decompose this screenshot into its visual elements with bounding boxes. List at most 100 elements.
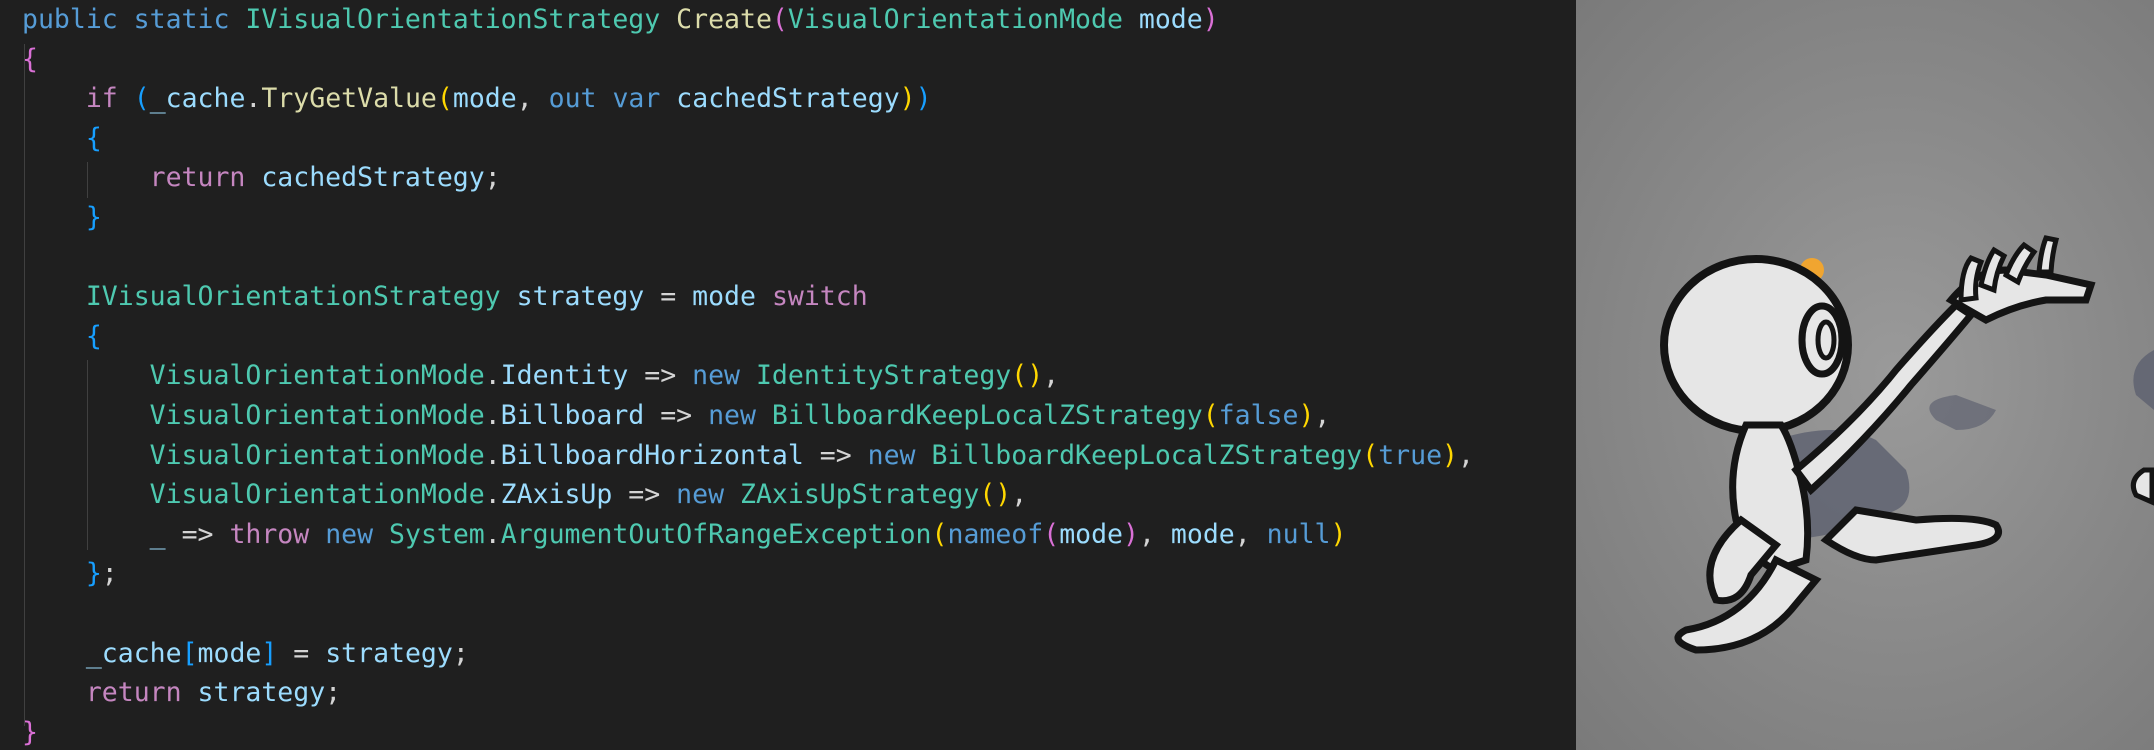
- code-token: mode: [1059, 518, 1124, 550]
- code-token: .: [484, 360, 501, 392]
- code-token: ,: [1458, 439, 1474, 471]
- code-token: (: [1202, 400, 1219, 431]
- code-token: BillboardKeepLocalZStrategy: [931, 439, 1363, 471]
- ground-shadow-2: [1929, 395, 1996, 430]
- code-line[interactable]: if (_cache.TryGetValue(mode, out var cac…: [22, 79, 932, 119]
- code-line[interactable]: VisualOrientationMode.Identity => new Id…: [22, 356, 1060, 396]
- code-token: mode: [1170, 518, 1235, 550]
- code-token: ): [1298, 400, 1315, 431]
- code-token: .: [484, 400, 501, 431]
- code-token: VisualOrientationMode: [149, 439, 485, 471]
- code-token: VisualOrientationMode: [149, 400, 485, 431]
- code-token: ;: [101, 558, 118, 590]
- code-token: ): [1330, 518, 1347, 550]
- code-line[interactable]: _cache[mode] = strategy;: [22, 634, 469, 674]
- code-line[interactable]: return strategy;: [22, 673, 341, 713]
- code-token: false: [1218, 400, 1299, 431]
- code-token: ZAxisUpStrategy: [740, 479, 980, 511]
- code-token: [: [181, 637, 198, 669]
- code-token: nameof: [947, 518, 1044, 550]
- code-line[interactable]: VisualOrientationMode.BillboardHorizonta…: [22, 436, 1474, 476]
- code-token: ,: [1011, 479, 1028, 511]
- code-token: cachedStrategy: [261, 162, 485, 194]
- code-token: new: [692, 360, 740, 392]
- code-token: new: [676, 479, 725, 511]
- code-token: ]: [261, 637, 278, 669]
- code-token: =>: [644, 400, 709, 431]
- code-token: mode: [197, 637, 262, 669]
- code-token: switch: [771, 281, 868, 313]
- code-token: .: [484, 479, 501, 511]
- code-token: (: [931, 518, 948, 550]
- code-token: IdentityStrategy: [755, 360, 1012, 392]
- code-line[interactable]: }: [22, 198, 102, 238]
- code-token: }: [85, 202, 102, 233]
- code-line[interactable]: VisualOrientationMode.ZAxisUp => new ZAx…: [22, 475, 1028, 515]
- code-token: IVisualOrientationStrategy: [85, 281, 501, 313]
- code-token: _cache: [149, 83, 246, 115]
- code-token: ): [1123, 518, 1139, 550]
- code-token: ): [1442, 439, 1459, 471]
- code-line[interactable]: VisualOrientationMode.Billboard => new B…: [22, 396, 1331, 436]
- code-line[interactable]: public static IVisualOrientationStrategy…: [22, 0, 1219, 40]
- code-token: return: [85, 677, 182, 709]
- code-token: =>: [803, 439, 868, 471]
- code-token: ,: [1138, 518, 1171, 550]
- code-token: (): [1011, 360, 1044, 392]
- code-token: strategy: [197, 677, 326, 709]
- code-token: =: [277, 637, 326, 669]
- code-line[interactable]: {: [22, 317, 102, 357]
- code-token: System: [389, 518, 485, 550]
- code-token: ZAxisUp: [500, 479, 613, 511]
- code-line[interactable]: return cachedStrategy;: [22, 158, 501, 198]
- character-eye-inner: [1815, 319, 1837, 361]
- code-token: BillboardHorizontal: [500, 439, 804, 471]
- code-token: BillboardKeepLocalZStrategy: [771, 400, 1203, 431]
- code-token: (: [133, 83, 150, 115]
- code-line[interactable]: IVisualOrientationStrategy strategy = mo…: [22, 277, 868, 317]
- indent-guide: [87, 162, 88, 198]
- code-token: (: [436, 83, 453, 115]
- code-line[interactable]: _ => throw new System.ArgumentOutOfRange…: [22, 515, 1347, 555]
- distant-object: [2130, 467, 2154, 506]
- character-finger-1: [1958, 255, 1985, 303]
- code-token: =>: [612, 479, 677, 511]
- code-token: {: [85, 320, 102, 352]
- code-token: strategy: [325, 637, 453, 669]
- code-token: (): [979, 479, 1012, 511]
- code-token: ;: [325, 677, 342, 709]
- character-foot-right: [1820, 506, 2002, 564]
- code-token: mode: [452, 83, 517, 115]
- code-token: null: [1266, 518, 1331, 550]
- code-line[interactable]: };: [22, 554, 118, 594]
- code-token: IVisualOrientationStrategy: [245, 4, 661, 35]
- code-token: out: [548, 83, 597, 115]
- code-token: new: [325, 518, 374, 550]
- code-token: _: [149, 518, 166, 550]
- code-token: .: [484, 439, 501, 471]
- scene-viewport[interactable]: [1576, 0, 2154, 750]
- code-token: if: [85, 83, 118, 115]
- code-editor[interactable]: public static IVisualOrientationStrategy…: [0, 0, 1576, 750]
- code-token: ;: [484, 162, 501, 194]
- character-finger-4: [2036, 235, 2060, 275]
- code-line[interactable]: {: [22, 119, 102, 159]
- code-token: throw: [229, 518, 310, 550]
